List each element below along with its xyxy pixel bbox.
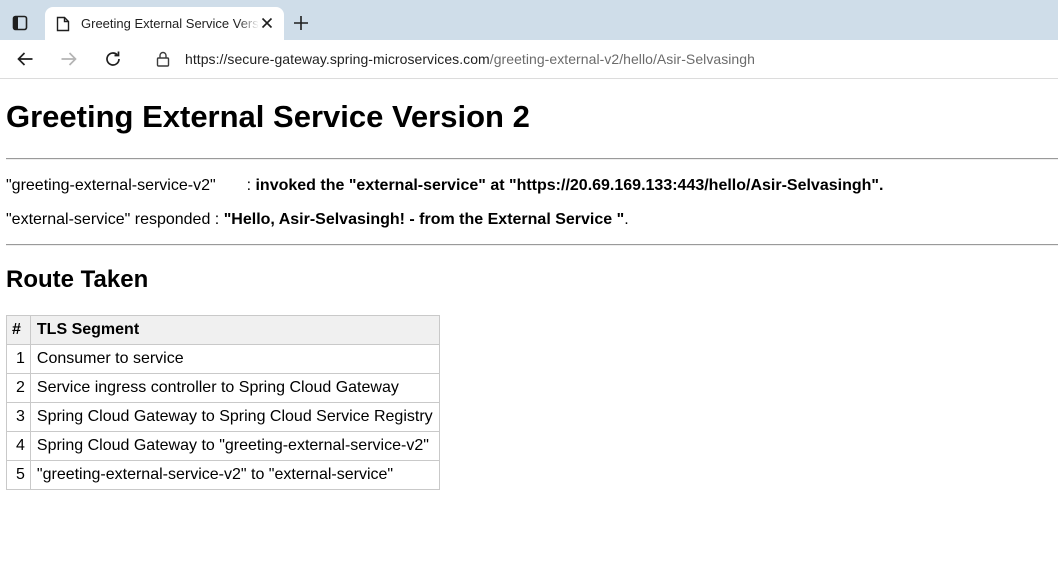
url-text[interactable]: https://secure-gateway.spring-microservi… (185, 51, 755, 67)
row-number: 1 (6, 344, 31, 374)
row-segment: Spring Cloud Gateway to "greeting-extern… (29, 431, 440, 461)
table-row: 3 Spring Cloud Gateway to Spring Cloud S… (6, 402, 440, 432)
column-header-segment: TLS Segment (29, 315, 440, 345)
table-row: 2 Service ingress controller to Spring C… (6, 373, 440, 403)
plus-icon[interactable] (290, 12, 312, 34)
table-header-row: # TLS Segment (6, 315, 440, 345)
forward-arrow-icon[interactable] (57, 47, 81, 71)
tab-actions-icon[interactable] (8, 11, 32, 35)
row-segment: Service ingress controller to Spring Clo… (29, 373, 440, 403)
row-segment: Spring Cloud Gateway to Spring Cloud Ser… (29, 402, 440, 432)
row-number: 2 (6, 373, 31, 403)
reload-icon[interactable] (101, 47, 125, 71)
response-prefix: "external-service" responded : (6, 211, 220, 228)
back-arrow-icon[interactable] (13, 47, 37, 71)
address-bar[interactable]: https://secure-gateway.spring-microservi… (142, 45, 1058, 74)
response-suffix: . (624, 211, 629, 228)
divider (6, 158, 1058, 160)
route-heading: Route Taken (6, 266, 149, 293)
row-number: 4 (6, 431, 31, 461)
table-row: 5 "greeting-external-service-v2" to "ext… (6, 460, 440, 490)
page-icon (56, 16, 70, 32)
table-row: 1 Consumer to service (6, 344, 440, 374)
invoking-service: "greeting-external-service-v2" (6, 177, 216, 194)
route-table: # TLS Segment 1 Consumer to service 2 Se… (6, 315, 440, 490)
row-segment: Consumer to service (29, 344, 440, 374)
close-icon[interactable] (259, 15, 275, 31)
browser-toolbar: https://secure-gateway.spring-microservi… (0, 40, 1058, 79)
invocation-text: invoked the "external-service" at "https… (255, 177, 884, 194)
invocation-separator: : (246, 177, 252, 194)
lock-icon[interactable] (156, 51, 170, 67)
tab-strip: Greeting External Service Version 2 (0, 0, 1058, 40)
url-host: https://secure-gateway.spring-microservi… (185, 51, 490, 67)
table-row: 4 Spring Cloud Gateway to "greeting-exte… (6, 431, 440, 461)
browser-tab[interactable]: Greeting External Service Version 2 (45, 7, 284, 40)
response-line: "external-service" responded : "Hello, A… (6, 211, 629, 229)
row-number: 5 (6, 460, 31, 490)
divider (6, 244, 1058, 246)
invocation-line: "greeting-external-service-v2" : invoked… (6, 177, 883, 195)
tab-title: Greeting External Service Version 2 (81, 16, 259, 31)
url-path: /greeting-external-v2/hello/Asir-Selvasi… (489, 51, 755, 67)
page-title: Greeting External Service Version 2 (6, 99, 530, 134)
response-message: "Hello, Asir-Selvasingh! - from the Exte… (223, 211, 625, 228)
column-header-number: # (6, 315, 31, 345)
row-segment: "greeting-external-service-v2" to "exter… (29, 460, 440, 490)
row-number: 3 (6, 402, 31, 432)
